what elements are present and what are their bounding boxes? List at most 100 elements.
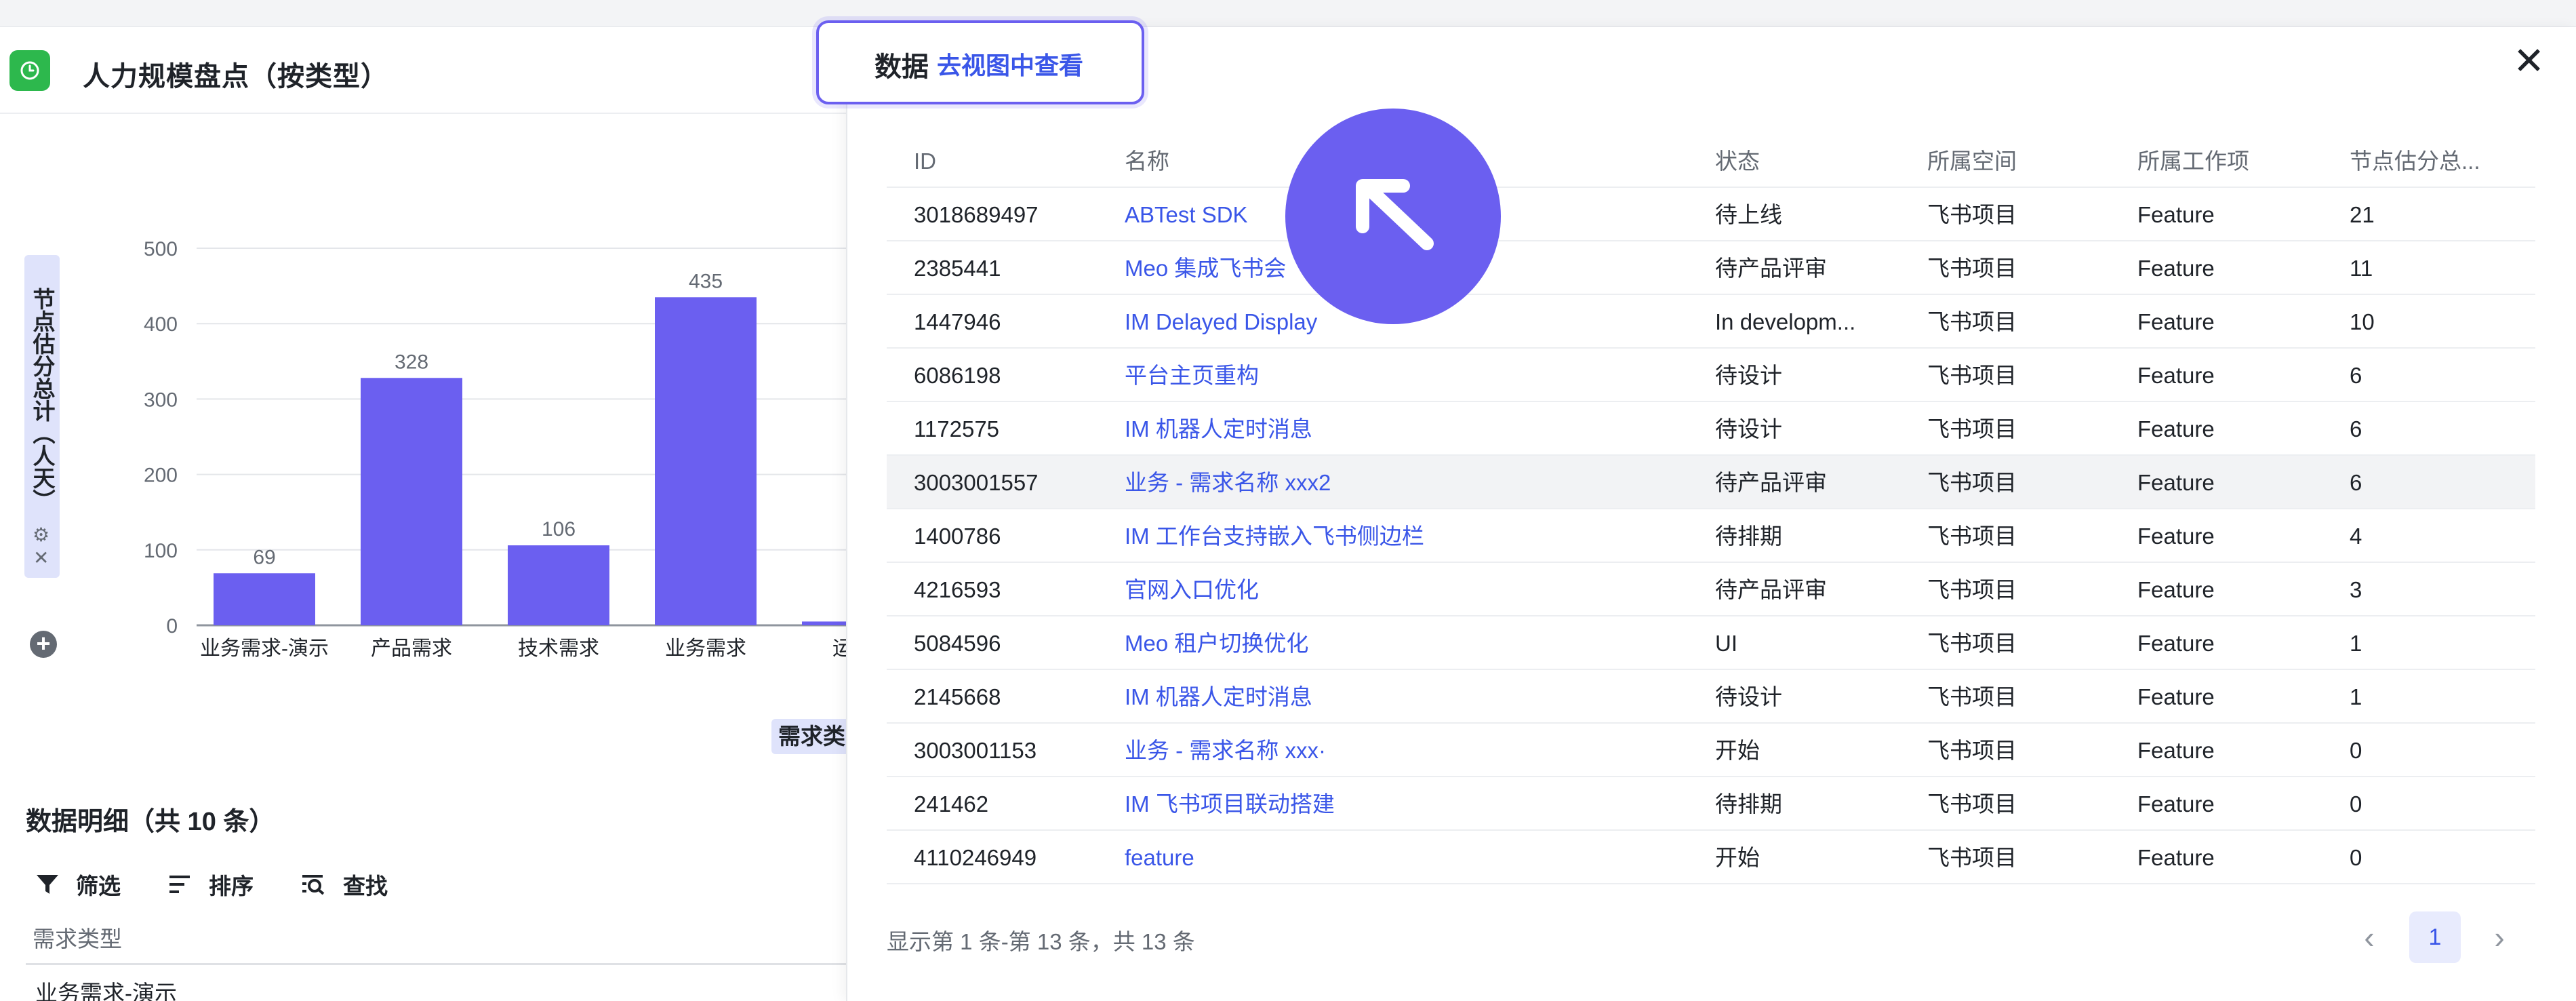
cell-col-space: 飞书项目 <box>1927 577 2017 602</box>
cell-col-status: 待产品评审 <box>1715 256 1827 281</box>
sort-button[interactable]: 排序 <box>168 868 254 901</box>
y-tick-label: 400 <box>144 313 178 336</box>
header-col-score: 节点估分总... <box>2350 149 2480 174</box>
cell-col-space: 飞书项目 <box>1927 363 2017 388</box>
x-tick-label: 业务需求-演示 <box>200 637 329 660</box>
cell-col-id: 3018689497 <box>914 202 1039 227</box>
close-icon[interactable]: ✕ <box>2513 42 2545 80</box>
cell-col-status: 待设计 <box>1715 416 1782 441</box>
cell-col-id: 3003001557 <box>914 470 1039 495</box>
table-row[interactable]: 3003001153 业务 - 需求名称 xxx· 开始 飞书项目 Feature 0 <box>887 724 2535 777</box>
y-tick-label: 300 <box>144 389 178 411</box>
table-row[interactable]: 6086198 平台主页重构 待设计 飞书项目 Feature 6 <box>887 349 2535 402</box>
cell-col-name[interactable]: 业务 - 需求名称 xxx2 <box>1125 456 1708 509</box>
cell-col-id: 6086198 <box>914 363 1001 388</box>
cell-col-name[interactable]: 官网入口优化 <box>1125 563 1708 616</box>
cell-col-status: In developm... <box>1715 309 1856 334</box>
x-axis-label-chip[interactable]: 需求类 <box>771 719 852 754</box>
cell-col-item: Feature <box>2137 791 2215 817</box>
sort-icon <box>169 876 190 893</box>
cell-col-id: 4216593 <box>914 577 1001 602</box>
pager-summary: 显示第 1 条-第 13 条，共 13 条 <box>887 929 1195 954</box>
arrow-up-left-icon <box>1285 109 1501 324</box>
cell-col-item: Feature <box>2137 845 2215 870</box>
cell-col-item: Feature <box>2137 631 2215 656</box>
bar <box>361 378 462 625</box>
table-row[interactable]: 业务需求-演示 <box>35 975 177 1001</box>
add-icon[interactable]: + <box>30 631 57 658</box>
table-row[interactable]: 1447946 IM Delayed Display In developm... 飞… <box>887 295 2535 349</box>
cell-col-item: Feature <box>2137 309 2215 334</box>
data-label: 328 <box>395 351 428 373</box>
table-row[interactable]: 2385441 Meo 集成飞书会 待产品评审 飞书项目 Feature 11 <box>887 241 2535 295</box>
cell-col-name[interactable]: IM 工作台支持嵌入飞书侧边栏 <box>1125 509 1708 563</box>
cell-col-name[interactable]: Meo 租户切换优化 <box>1125 616 1708 670</box>
data-label: 69 <box>253 546 275 568</box>
header-col-id: ID <box>914 149 936 174</box>
cell-col-status: 待产品评审 <box>1715 577 1827 602</box>
table-row[interactable]: 241462 IM 飞书项目联动搭建 待排期 飞书项目 Feature 0 <box>887 777 2535 831</box>
table-row[interactable]: 2145668 IM 机器人定时消息 待设计 飞书项目 Feature 1 <box>887 670 2535 724</box>
cell-col-status: 开始 <box>1715 845 1760 870</box>
top-bar <box>0 0 2576 27</box>
table-row[interactable]: 4110246949 feature 开始 飞书项目 Feature 0 <box>887 831 2535 884</box>
cell-col-id: 1447946 <box>914 309 1001 334</box>
table-row[interactable]: 5084596 Meo 租户切换优化 UI 飞书项目 Feature 1 <box>887 616 2535 670</box>
view-link[interactable]: 去视图中查看 <box>937 46 1083 81</box>
close-icon[interactable]: ✕ <box>33 547 49 569</box>
cell-col-id: 1172575 <box>914 416 1000 441</box>
cell-col-space: 飞书项目 <box>1927 470 2017 495</box>
cell-col-space: 飞书项目 <box>1927 309 2017 334</box>
table-row[interactable]: 4216593 官网入口优化 待产品评审 飞书项目 Feature 3 <box>887 563 2535 616</box>
cell-col-status: 待产品评审 <box>1715 470 1827 495</box>
cell-col-id: 4110246949 <box>914 845 1037 870</box>
table-row[interactable]: 3003001557 业务 - 需求名称 xxx2 待产品评审 飞书项目 Feature… <box>887 456 2535 509</box>
x-tick-label: 产品需求 <box>371 637 452 660</box>
column-header: 需求类型 <box>33 926 122 951</box>
cell-col-item: Feature <box>2137 684 2215 709</box>
cell-col-score: 0 <box>2350 791 2362 817</box>
cell-col-score: 1 <box>2350 684 2362 709</box>
cell-col-id: 3003001153 <box>914 738 1037 763</box>
header-col-status: 状态 <box>1715 149 1760 174</box>
cell-col-score: 4 <box>2350 524 2362 549</box>
cell-col-name[interactable]: 平台主页重构 <box>1125 349 1708 402</box>
y-tick-label: 500 <box>144 238 178 260</box>
y-tick-label: 0 <box>166 615 178 637</box>
bar-chart: 0 100 200 300 400 500 69 业务需求-演示 328 产品需求 106 技术需求 4… <box>144 238 854 660</box>
cell-col-space: 飞书项目 <box>1927 845 2017 870</box>
cell-col-status: 待排期 <box>1715 791 1782 817</box>
table-row[interactable]: 1400786 IM 工作台支持嵌入飞书侧边栏 待排期 飞书项目 Feature 4 <box>887 509 2535 563</box>
cell-col-id: 1400786 <box>914 524 1001 549</box>
cell-col-item: Feature <box>2137 524 2215 549</box>
cell-col-name[interactable]: 业务 - 需求名称 xxx· <box>1125 724 1708 777</box>
panel-title: 人力规模盘点（按类型） <box>83 62 388 92</box>
cell-col-score: 6 <box>2350 470 2362 495</box>
x-tick-label: 业务需求 <box>665 637 746 660</box>
table-row[interactable]: 3018689497 ABTest SDK 待上线 飞书项目 Feature 21 <box>887 188 2535 241</box>
cell-col-space: 飞书项目 <box>1927 416 2017 441</box>
chevron-left-icon[interactable]: ‹ <box>2351 911 2388 963</box>
table-header: ID 名称 状态 所属空间 所属工作项 节点估分总... <box>887 134 2535 188</box>
page-current[interactable]: 1 <box>2409 911 2461 963</box>
cell-col-status: 待排期 <box>1715 524 1782 549</box>
cell-col-status: UI <box>1715 631 1737 656</box>
cell-col-name[interactable]: IM 机器人定时消息 <box>1125 402 1708 456</box>
cell-col-score: 0 <box>2350 738 2362 763</box>
cell-col-name[interactable]: feature <box>1125 831 1708 884</box>
cell-col-space: 飞书项目 <box>1927 684 2017 709</box>
cell-col-item: Feature <box>2137 470 2215 495</box>
chevron-right-icon[interactable]: › <box>2481 911 2518 963</box>
data-tab[interactable]: 数据 去视图中查看 <box>816 20 1144 104</box>
table-row[interactable]: 1172575 IM 机器人定时消息 待设计 飞书项目 Feature 6 <box>887 402 2535 456</box>
y-axis-label-chip[interactable]: 节点估分总计（人天） ⚙ ✕ <box>24 255 60 578</box>
cell-col-id: 2385441 <box>914 256 1001 281</box>
gear-icon[interactable]: ⚙ <box>33 524 49 546</box>
cell-col-item: Feature <box>2137 738 2215 763</box>
cell-col-name[interactable]: IM 飞书项目联动搭建 <box>1125 777 1708 831</box>
cell-col-space: 飞书项目 <box>1927 631 2017 656</box>
bar <box>508 545 609 625</box>
cell-col-name[interactable]: IM 机器人定时消息 <box>1125 670 1708 724</box>
filter-button[interactable]: 筛选 <box>35 868 121 901</box>
find-button[interactable]: 查找 <box>301 868 388 901</box>
